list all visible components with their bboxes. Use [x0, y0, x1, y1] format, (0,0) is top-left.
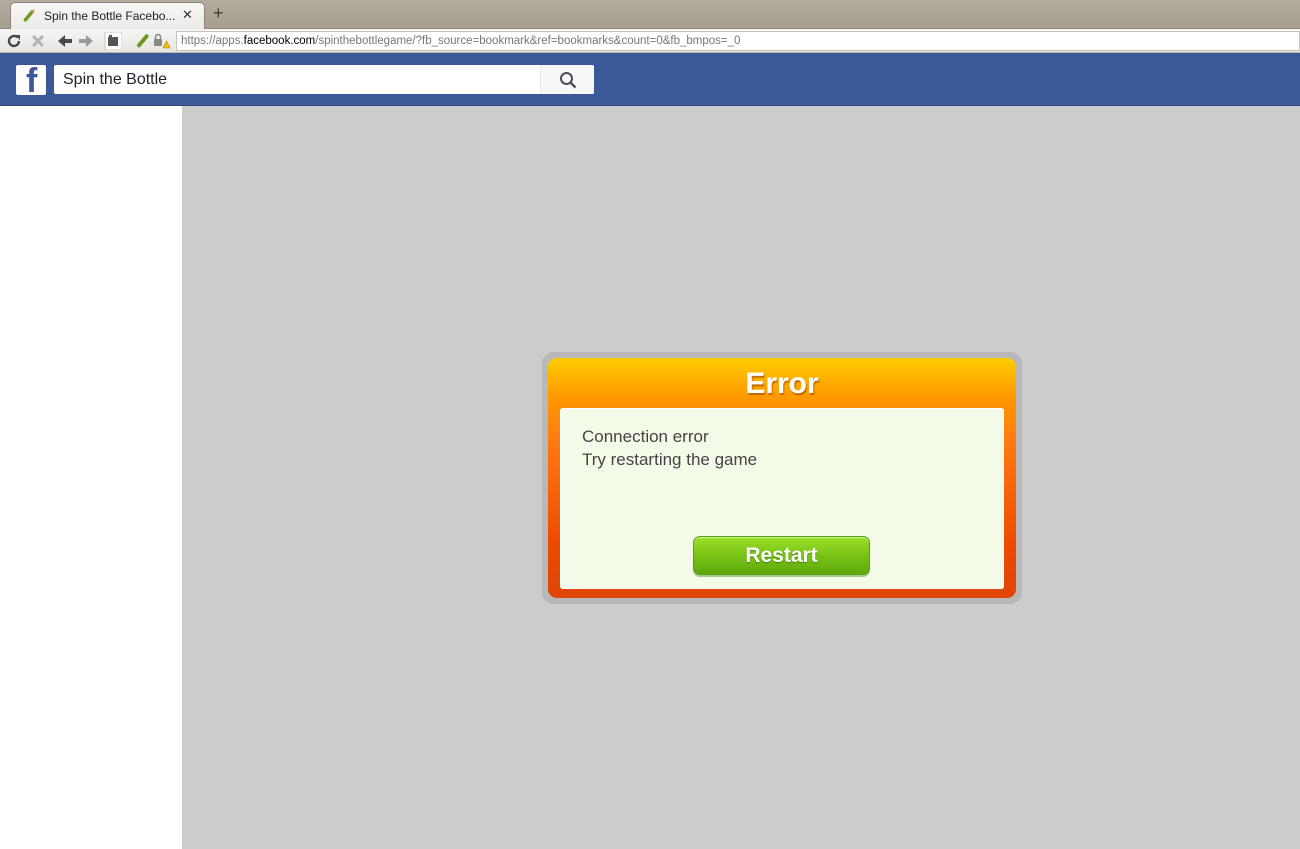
- browser-tab[interactable]: Spin the Bottle Facebo... ✕: [10, 2, 205, 29]
- url-path: /spinthebottlegame/?fb_source=bookmark&r…: [315, 35, 741, 47]
- facebook-logo-letter: f: [26, 65, 38, 95]
- stop-icon[interactable]: [29, 32, 47, 50]
- left-column: [0, 106, 182, 849]
- game-canvas: Error Connection error Try restarting th…: [182, 106, 1300, 849]
- back-icon[interactable]: [56, 32, 74, 50]
- tab-close-icon[interactable]: ✕: [182, 7, 193, 23]
- browser-tab-strip: Spin the Bottle Facebo... ✕ +: [0, 0, 1300, 29]
- error-dialog-body: Connection error Try restarting the game…: [560, 408, 1004, 589]
- site-bottle-icon: [136, 34, 149, 48]
- bottle-icon: [23, 9, 35, 22]
- search-button[interactable]: [540, 65, 594, 94]
- search-icon: [560, 72, 577, 89]
- reload-icon[interactable]: [5, 32, 23, 50]
- error-dialog-frame: Error Connection error Try restarting th…: [548, 358, 1016, 598]
- url-prefix: https://apps.: [181, 35, 244, 47]
- restart-button[interactable]: Restart: [693, 536, 870, 575]
- facebook-logo-icon[interactable]: f: [16, 65, 46, 95]
- address-bar[interactable]: https://apps.facebook.com/spinthebottleg…: [176, 31, 1300, 51]
- tabs-overview-icon[interactable]: [104, 32, 122, 50]
- facebook-search: [54, 65, 594, 94]
- new-tab-button[interactable]: +: [213, 4, 224, 22]
- facebook-header: f: [0, 53, 1300, 106]
- url-host: facebook.com: [243, 35, 316, 47]
- browser-toolbar: https://apps.facebook.com/spinthebottleg…: [0, 29, 1300, 53]
- error-dialog-title: Error: [745, 367, 819, 400]
- error-hint: Try restarting the game: [582, 450, 758, 469]
- search-input[interactable]: [54, 65, 540, 94]
- error-message: Connection error: [582, 427, 709, 446]
- error-dialog: Error Connection error Try restarting th…: [542, 352, 1022, 604]
- lock-warning-icon[interactable]: [152, 32, 170, 50]
- forward-icon[interactable]: [77, 32, 95, 50]
- tab-title: Spin the Bottle Facebo...: [44, 9, 176, 23]
